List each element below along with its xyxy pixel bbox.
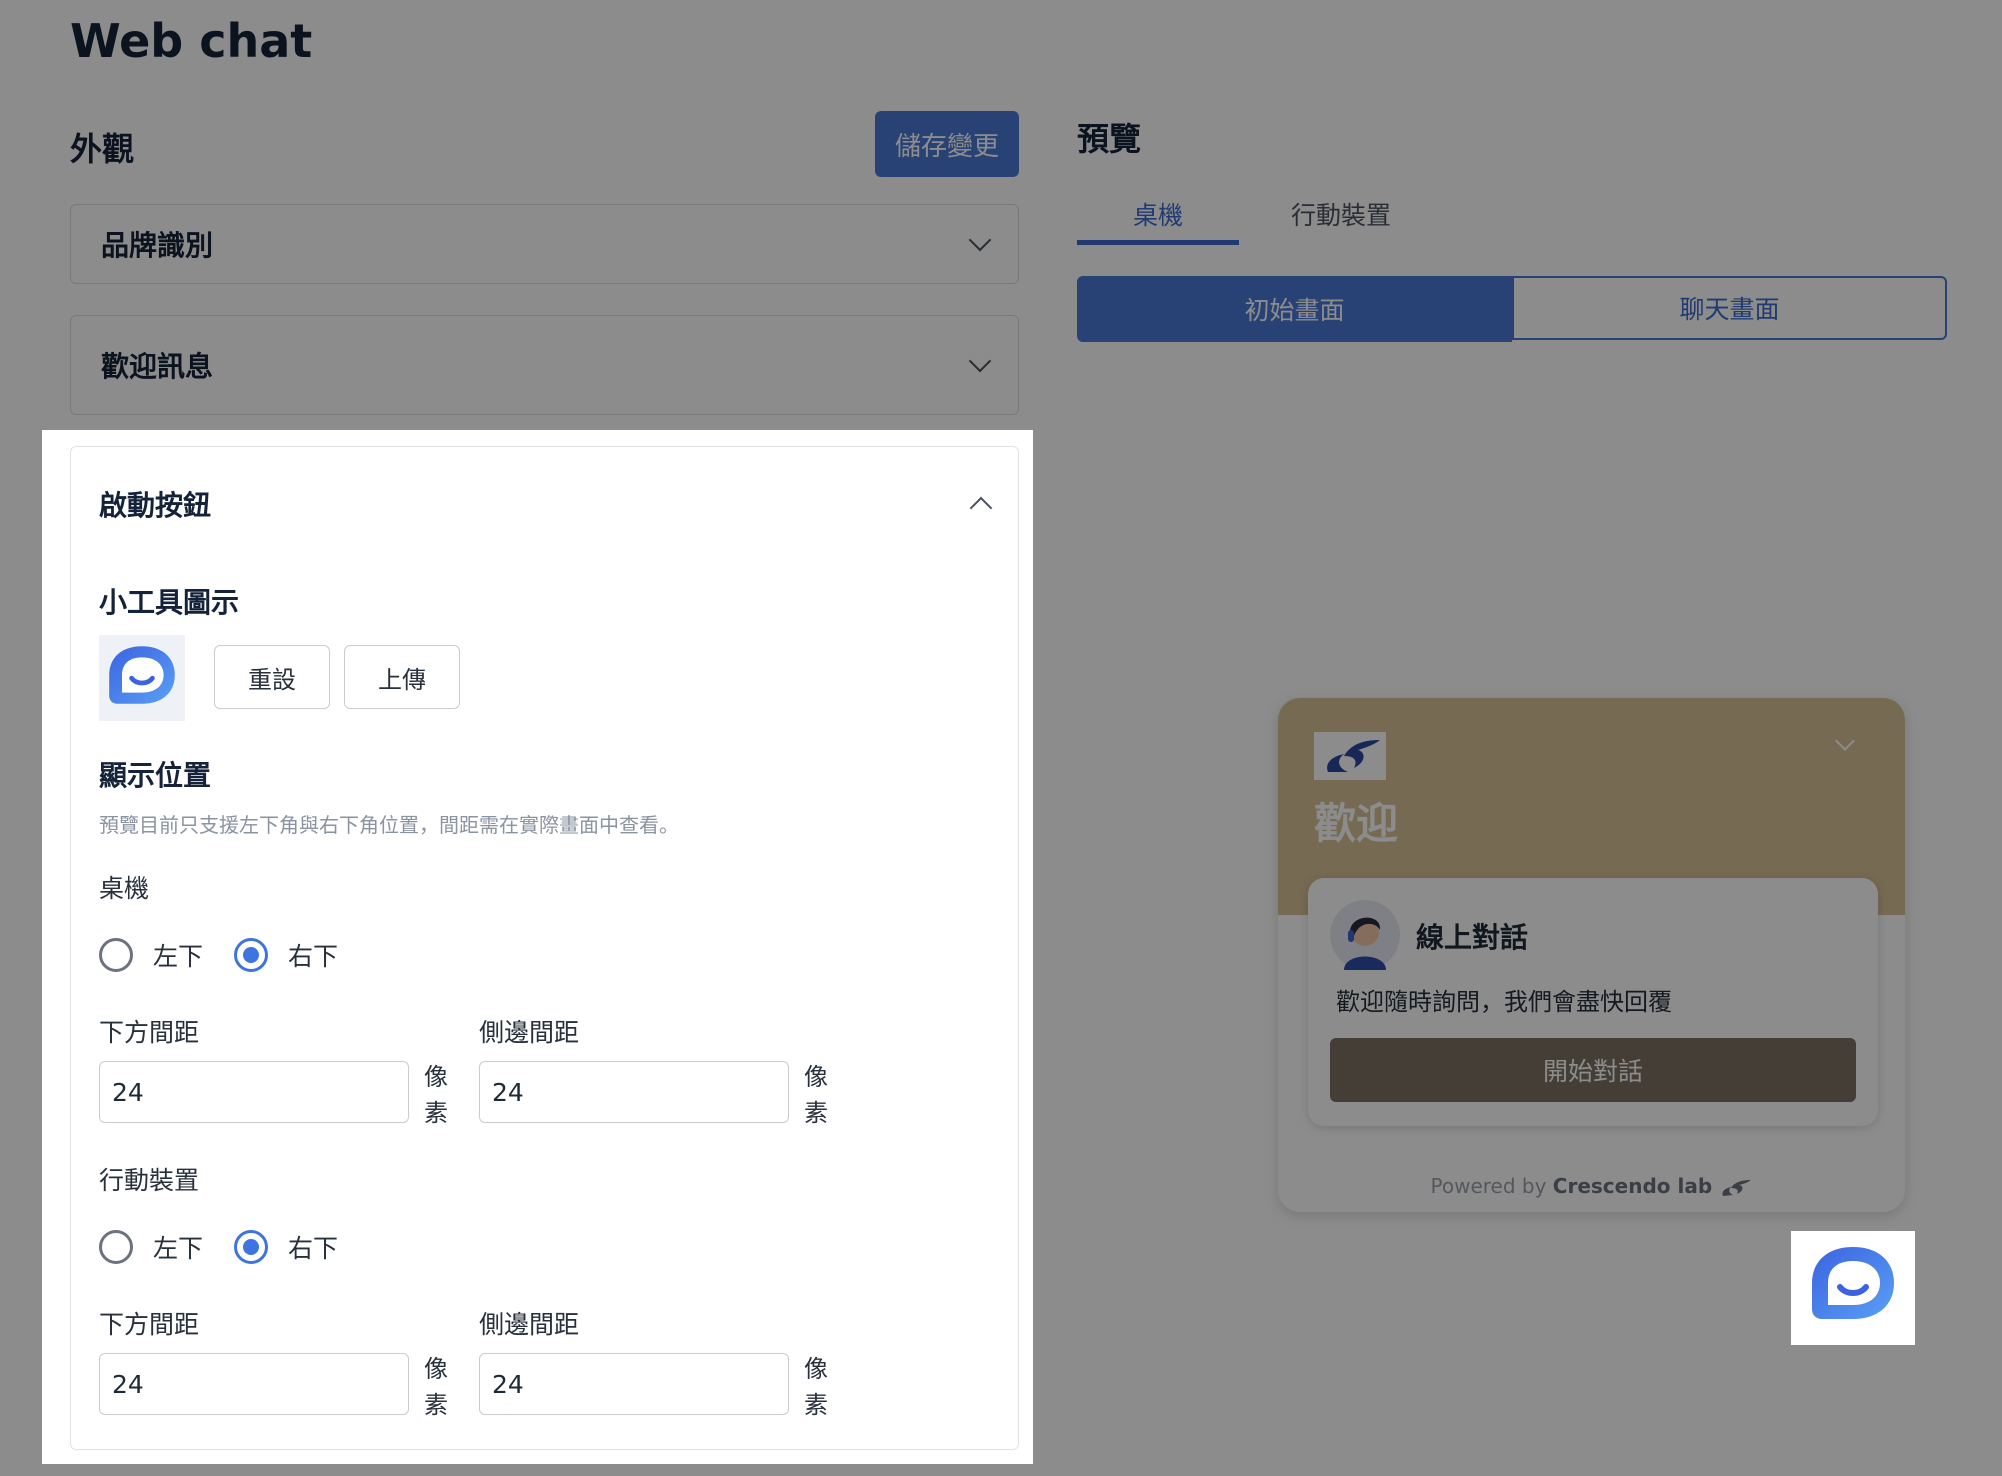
desktop-radio-left[interactable]: 左下 [99, 937, 203, 973]
radio-right[interactable] [234, 938, 268, 972]
mobile-radio-left[interactable]: 左下 [99, 1229, 203, 1265]
desktop-bottom-unit: 像素 [424, 1063, 448, 1127]
mobile-side-label: 側邊間距 [479, 1310, 580, 1339]
widget-icon-label: 小工具圖示 [99, 586, 240, 619]
position-label: 顯示位置 [99, 759, 212, 792]
upload-button[interactable]: 上傳 [344, 645, 460, 709]
radio-right[interactable] [234, 1230, 268, 1264]
radio-right-label: 右下 [288, 942, 339, 971]
mobile-bottom-unit: 像素 [424, 1355, 448, 1419]
desktop-side-input[interactable]: 24 [479, 1061, 789, 1123]
launcher-panel-highlight: 啟動按鈕 小工具圖示 重設 上傳 顯示位置 預覽目前只支援左下角與右下角位置，間… [42, 430, 1033, 1464]
desktop-radio-right[interactable]: 右下 [234, 937, 338, 973]
desktop-label: 桌機 [99, 874, 150, 903]
mobile-side-input[interactable]: 24 [479, 1353, 789, 1415]
mobile-bottom-label: 下方間距 [99, 1310, 200, 1339]
radio-left-label: 左下 [153, 942, 204, 971]
chat-bubble-icon [109, 646, 175, 704]
reset-button[interactable]: 重設 [214, 645, 330, 709]
mobile-side-unit: 像素 [804, 1355, 828, 1419]
desktop-bottom-input[interactable]: 24 [99, 1061, 409, 1123]
position-hint: 預覽目前只支援左下角與右下角位置，間距需在實際畫面中查看。 [99, 813, 679, 837]
chat-bubble-icon[interactable] [1808, 1243, 1898, 1333]
widget-icon-preview [99, 635, 185, 721]
mobile-bottom-input[interactable]: 24 [99, 1353, 409, 1415]
mobile-label: 行動裝置 [99, 1166, 200, 1195]
radio-left-label: 左下 [153, 1234, 204, 1263]
radio-left[interactable] [99, 938, 133, 972]
radio-left[interactable] [99, 1230, 133, 1264]
mobile-radio-right[interactable]: 右下 [234, 1229, 338, 1265]
accordion-launcher-label: 啟動按鈕 [99, 489, 212, 522]
chevron-up-icon [969, 496, 993, 520]
radio-right-label: 右下 [288, 1234, 339, 1263]
desktop-side-label: 側邊間距 [479, 1018, 580, 1047]
accordion-launcher-header[interactable]: 啟動按鈕 [99, 479, 993, 529]
desktop-bottom-label: 下方間距 [99, 1018, 200, 1047]
desktop-side-unit: 像素 [804, 1063, 828, 1127]
launcher-preview-box [1791, 1231, 1915, 1345]
accordion-launcher: 啟動按鈕 小工具圖示 重設 上傳 顯示位置 預覽目前只支援左下角與右下角位置，間… [70, 446, 1019, 1450]
